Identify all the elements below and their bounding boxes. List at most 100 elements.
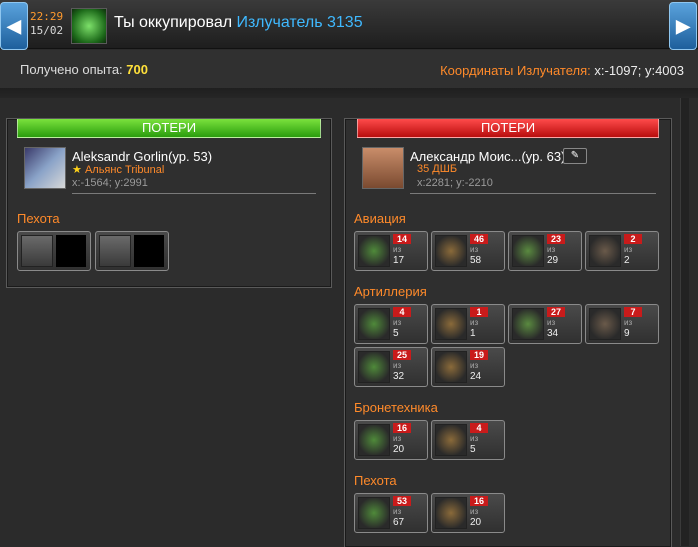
total-count: 1: [470, 328, 476, 339]
unit-card[interactable]: 4 из 5: [354, 304, 428, 344]
unit-card[interactable]: 1 из 1: [431, 304, 505, 344]
tank-icon: [435, 308, 467, 340]
unit-card[interactable]: 53 из 67: [354, 493, 428, 533]
divider: [0, 88, 698, 98]
clock-time: 22:29: [30, 10, 64, 23]
mech-icon: [435, 497, 467, 529]
lost-count: 46: [470, 234, 488, 244]
lost-count: 2: [624, 234, 642, 244]
xp-gained: Получено опыта: 700: [20, 62, 148, 77]
gunship-icon: [435, 235, 467, 267]
defender-losses-header: ПОТЕРИ: [357, 119, 659, 138]
total-count: 29: [547, 255, 559, 266]
of-label: из: [470, 434, 479, 443]
emitter-coords: Координаты Излучателя: x:-1097; y:4003: [440, 63, 684, 78]
info-bar: Получено опыта: 700 Координаты Излучател…: [0, 50, 698, 88]
attacker-name[interactable]: Aleksandr Gorlin(ур. 53): [72, 149, 212, 164]
unit-card[interactable]: 46 из 58: [431, 231, 505, 271]
lost-count: 1: [470, 307, 488, 317]
report-title: Ты оккупировал Излучатель 3135: [114, 14, 363, 32]
of-label: из: [393, 507, 402, 516]
chevron-right-icon: ▶: [676, 15, 690, 36]
attacker-alliance[interactable]: ★ Альянс Tribunal: [72, 163, 164, 176]
of-label: из: [393, 318, 402, 327]
unit-card[interactable]: [17, 231, 91, 271]
lost-count: 23: [547, 234, 565, 244]
attacker-avatar[interactable]: [24, 147, 66, 189]
helicopter-icon: [512, 235, 544, 267]
defender-alliance[interactable]: 35 ДШБ: [417, 163, 457, 175]
helicopter-icon: [358, 235, 390, 267]
of-label: из: [470, 507, 479, 516]
soldier-icon: [358, 497, 390, 529]
hidden-unit-info: [134, 235, 164, 267]
category-armor: Бронетехника: [354, 400, 438, 415]
unit-card[interactable]: 19 из 24: [431, 347, 505, 387]
total-count: 24: [470, 371, 482, 382]
total-count: 20: [393, 444, 405, 455]
total-count: 17: [393, 255, 405, 266]
total-count: 5: [470, 444, 476, 455]
next-report-button[interactable]: ▶: [669, 2, 697, 50]
artillery-icon: [358, 308, 390, 340]
star-icon: ★: [72, 164, 82, 176]
of-label: из: [393, 434, 402, 443]
defender-coords[interactable]: x:2281; y:-2210: [417, 177, 493, 189]
total-count: 20: [470, 517, 482, 528]
lost-count: 4: [470, 423, 488, 433]
artillery-icon: [512, 308, 544, 340]
scrollbar[interactable]: [680, 98, 689, 546]
edit-button[interactable]: ✎: [563, 148, 587, 164]
unit-card[interactable]: 14 из 17: [354, 231, 428, 271]
of-label: из: [470, 361, 479, 370]
attacker-coords[interactable]: x:-1564; y:2991: [72, 177, 148, 189]
of-label: из: [547, 318, 556, 327]
soldier-icon: [21, 235, 53, 267]
unit-card[interactable]: 7 из 9: [585, 304, 659, 344]
attacker-losses-panel: ПОТЕРИ Aleksandr Gorlin(ур. 53) ★ Альянс…: [6, 118, 332, 288]
total-count: 2: [624, 255, 630, 266]
unit-card[interactable]: 27 из 34: [508, 304, 582, 344]
unit-card[interactable]: 25 из 32: [354, 347, 428, 387]
of-label: из: [624, 318, 633, 327]
total-count: 5: [393, 328, 399, 339]
pencil-icon: ✎: [570, 150, 580, 161]
separator: [410, 193, 656, 194]
attacker-alliance-label: Альянс Tribunal: [84, 164, 165, 176]
defender-name[interactable]: Александр Моис...(ур. 63): [410, 149, 565, 164]
total-count: 9: [624, 328, 630, 339]
unit-card[interactable]: [95, 231, 169, 271]
unit-card[interactable]: 23 из 29: [508, 231, 582, 271]
lost-count: 25: [393, 350, 411, 360]
prev-report-button[interactable]: ◀: [0, 2, 28, 50]
total-count: 58: [470, 255, 482, 266]
coords-value[interactable]: x:-1097; y:4003: [594, 63, 684, 78]
lost-count: 16: [470, 496, 488, 506]
category-aviation: Авиация: [354, 211, 406, 226]
unit-card[interactable]: 2 из 2: [585, 231, 659, 271]
unit-card[interactable]: 4 из 5: [431, 420, 505, 460]
lost-count: 16: [393, 423, 411, 433]
xp-value: 700: [126, 62, 148, 77]
soldier-icon: [99, 235, 131, 267]
unit-card[interactable]: 16 из 20: [354, 420, 428, 460]
attacker-losses-header: ПОТЕРИ: [17, 119, 321, 138]
total-count: 34: [547, 328, 559, 339]
of-label: из: [624, 245, 633, 254]
defender-avatar[interactable]: [362, 147, 404, 189]
coords-label: Координаты Излучателя:: [440, 63, 591, 78]
category-infantry-left: Пехота: [17, 211, 60, 226]
chevron-left-icon: ◀: [7, 15, 21, 36]
lost-count: 4: [393, 307, 411, 317]
defender-losses-panel: ПОТЕРИ Александр Моис...(ур. 63) ✎ 35 ДШ…: [344, 118, 672, 547]
tank-icon: [589, 308, 621, 340]
artillery-icon: [358, 351, 390, 383]
lost-count: 53: [393, 496, 411, 506]
unit-card[interactable]: 16 из 20: [431, 493, 505, 533]
separator: [72, 193, 316, 194]
hidden-unit-info: [56, 235, 86, 267]
xp-label: Получено опыта:: [20, 62, 123, 77]
of-label: из: [393, 361, 402, 370]
title-target[interactable]: Излучатель 3135: [237, 14, 363, 31]
category-infantry-right: Пехота: [354, 473, 397, 488]
